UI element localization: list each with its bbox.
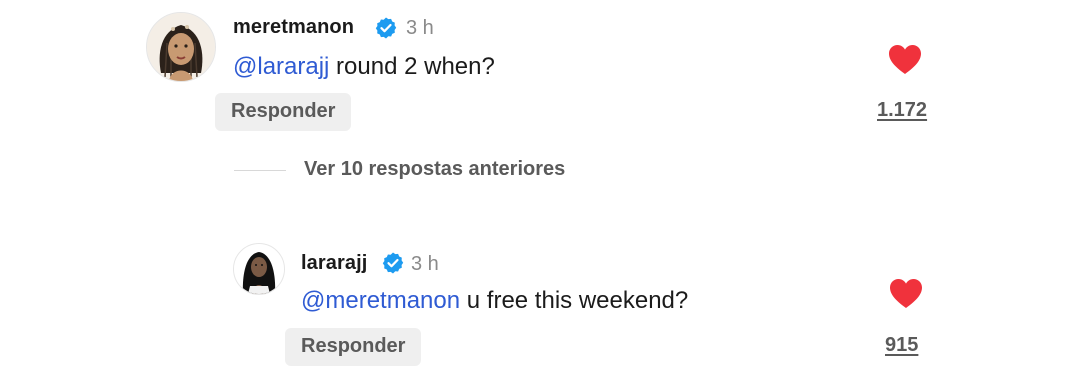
thread-divider bbox=[234, 170, 286, 171]
verified-badge-icon bbox=[375, 17, 397, 39]
heart-icon[interactable] bbox=[889, 278, 923, 310]
username[interactable]: lararajj bbox=[301, 252, 367, 275]
comment-text: @meretmanon u free this weekend? bbox=[301, 287, 688, 315]
avatar[interactable] bbox=[146, 12, 216, 82]
verified-badge-icon bbox=[382, 252, 404, 274]
avatar[interactable] bbox=[233, 243, 285, 295]
like-count[interactable]: 915 bbox=[885, 334, 918, 357]
profile-photo-icon bbox=[234, 244, 284, 294]
username[interactable]: meretmanon bbox=[233, 16, 354, 39]
comment-body: u free this weekend? bbox=[460, 287, 689, 314]
profile-photo-icon bbox=[147, 13, 215, 81]
comment-text: @lararajj round 2 when? bbox=[233, 53, 495, 81]
timestamp: 3 h bbox=[411, 253, 439, 275]
mention-link[interactable]: @meretmanon bbox=[301, 287, 460, 314]
heart-icon[interactable] bbox=[888, 44, 922, 76]
comment-body: round 2 when? bbox=[329, 53, 495, 80]
view-previous-replies-button[interactable]: Ver 10 respostas anteriores bbox=[304, 158, 565, 181]
reply-button[interactable]: Responder bbox=[215, 93, 352, 131]
timestamp: 3 h bbox=[406, 17, 434, 39]
mention-link[interactable]: @lararajj bbox=[233, 53, 329, 80]
like-count[interactable]: 1.172 bbox=[877, 99, 927, 122]
reply-button[interactable]: Responder bbox=[285, 328, 422, 366]
